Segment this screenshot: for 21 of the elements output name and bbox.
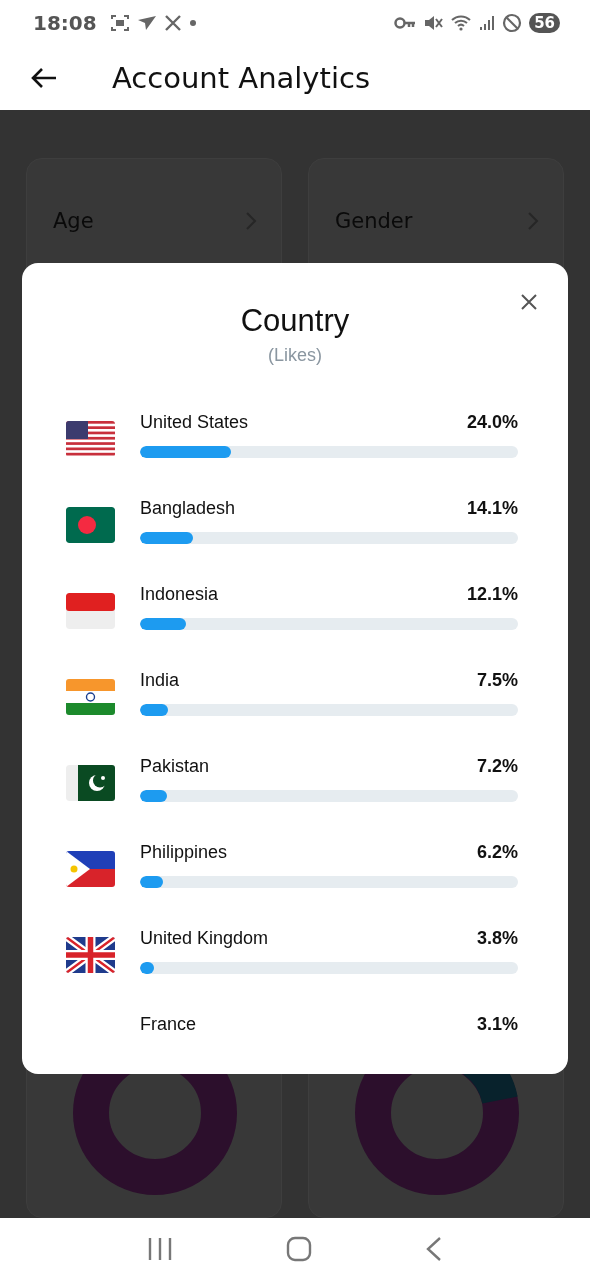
country-name: India xyxy=(140,669,180,691)
country-percent: 24.0% xyxy=(466,411,518,433)
country-name: United States xyxy=(140,411,249,433)
country-percent: 7.2% xyxy=(476,755,518,777)
country-name: Bangladesh xyxy=(140,497,236,519)
page-title: Account Analytics xyxy=(112,61,370,96)
country-percent: 3.8% xyxy=(476,927,518,949)
dialog-subtitle: (Likes) xyxy=(267,344,323,366)
status-time: 18:08 xyxy=(33,11,97,36)
country-percent: 12.1% xyxy=(466,583,518,605)
country-percent: 6.2% xyxy=(476,841,518,863)
dialog-title: Country xyxy=(239,302,351,339)
country-percent: 7.5% xyxy=(476,669,518,691)
country-name: France xyxy=(140,1013,197,1030)
country-name: United Kingdom xyxy=(140,927,269,949)
country-name: Philippines xyxy=(140,841,228,863)
country-percent: 14.1% xyxy=(466,497,518,519)
country-name: Pakistan xyxy=(140,755,210,777)
country-name: Indonesia xyxy=(140,583,219,605)
country-percent: 3.1% xyxy=(476,1013,518,1030)
battery-level: 56 xyxy=(529,13,560,34)
